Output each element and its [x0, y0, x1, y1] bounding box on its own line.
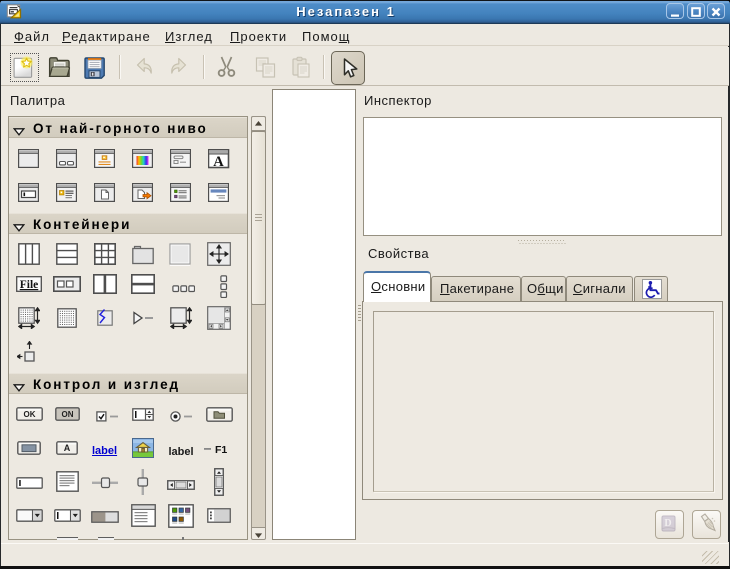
- svg-text:D: D: [664, 518, 671, 529]
- svg-text:A: A: [213, 153, 224, 168]
- svg-text:ON: ON: [61, 410, 73, 419]
- svg-text:File: File: [20, 279, 39, 291]
- svg-text:OK: OK: [23, 410, 35, 419]
- svg-text:F1: F1: [215, 444, 227, 455]
- svg-text:A: A: [64, 443, 71, 453]
